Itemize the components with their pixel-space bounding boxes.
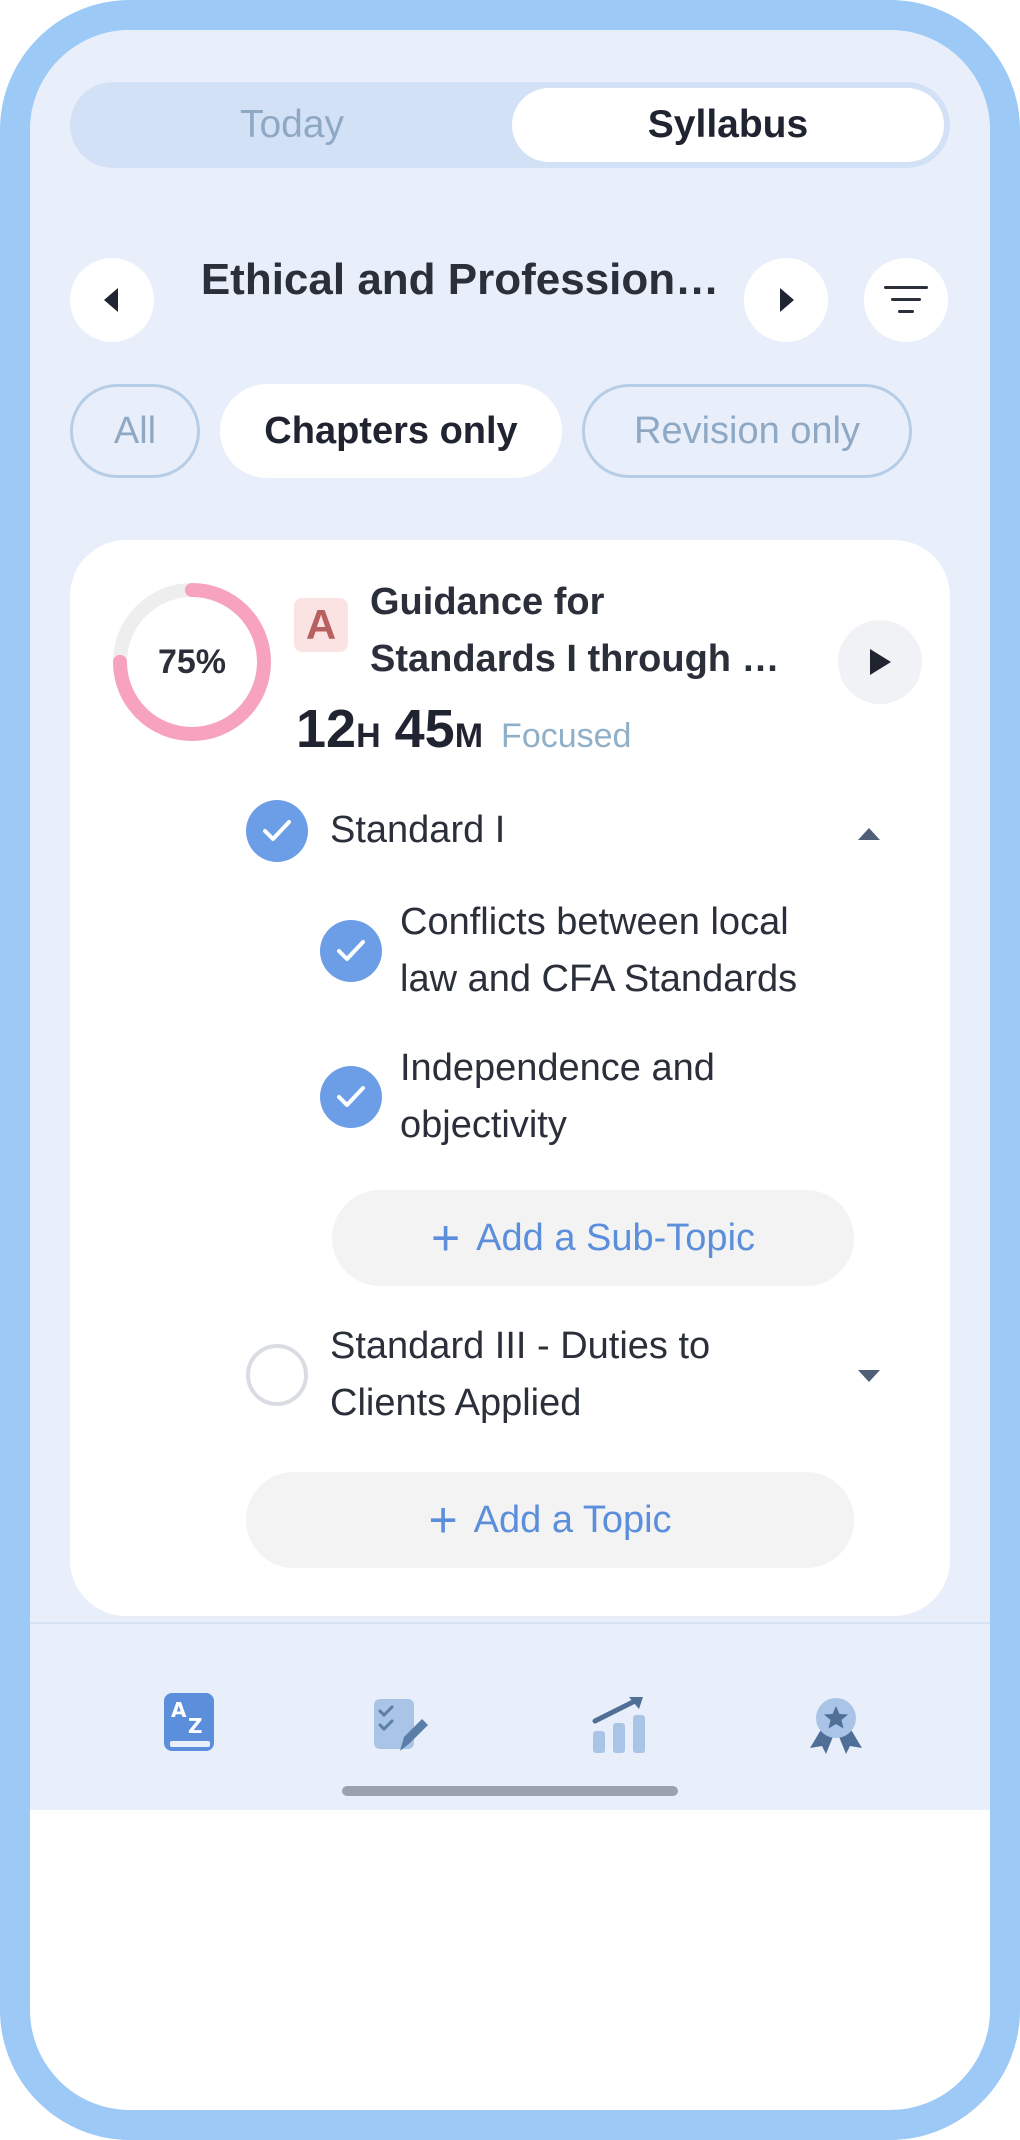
filter-chip-revision-only[interactable]: Revision only [582, 384, 912, 478]
filter-chip-chapters-only[interactable]: Chapters only [220, 384, 562, 478]
tasks-edit-icon [374, 1699, 428, 1751]
add-topic-label: Add a Topic [473, 1498, 672, 1541]
device-frame: Today Syllabus Ethical and Profession… A… [0, 0, 1020, 2140]
subtopic-checkbox-independence[interactable] [320, 1066, 382, 1128]
topic-checkbox-standard-iii[interactable] [246, 1344, 308, 1406]
checkmark-icon [337, 1086, 365, 1107]
previous-subject-button[interactable] [70, 258, 154, 342]
subtopic-line-2: objectivity [400, 1104, 567, 1146]
subtopic-line-1: Conflicts between local [400, 901, 789, 943]
grade-badge: A [294, 598, 348, 652]
syllabus-az-icon: A Z [164, 1693, 214, 1751]
topic-line-1: Standard III - Duties to [330, 1325, 711, 1367]
chapter-title-line-2: Standards I through … [370, 638, 780, 680]
subtopic-label-independence[interactable]: Independence and objectivity [400, 1040, 880, 1154]
subtopic-label-conflicts[interactable]: Conflicts between local law and CFA Stan… [400, 894, 880, 1008]
subject-title: Ethical and Profession… [200, 255, 720, 304]
nav-syllabus[interactable]: A Z [150, 1684, 230, 1764]
topic-label-standard-iii[interactable]: Standard III - Duties to Clients Applied [330, 1318, 830, 1432]
nav-stats[interactable] [580, 1684, 660, 1764]
app-screen: Today Syllabus Ethical and Profession… A… [30, 30, 990, 1810]
tab-syllabus[interactable]: Syllabus [512, 88, 944, 162]
svg-text:Z: Z [188, 1714, 203, 1738]
filter-lines-icon [884, 286, 928, 313]
focused-minutes: 45 [394, 699, 455, 759]
topic-line-2: Clients Applied [330, 1382, 582, 1424]
checkmark-icon [263, 820, 291, 841]
filter-button[interactable] [864, 258, 948, 342]
achievements-badge-icon [810, 1698, 862, 1754]
plus-icon: + [430, 1210, 461, 1266]
next-subject-button[interactable] [744, 258, 828, 342]
plus-icon: + [428, 1492, 458, 1548]
add-subtopic-label: Add a Sub-Topic [476, 1216, 756, 1259]
focused-time: 12 H 45 M Focused [296, 698, 631, 760]
focused-hours: 12 [296, 699, 357, 759]
play-icon [870, 649, 891, 675]
chapter-card: 75% A Guidance for Standards I through …… [70, 540, 950, 1616]
stats-chart-icon [592, 1697, 645, 1753]
minutes-unit: M [454, 717, 484, 755]
svg-text:A: A [171, 1698, 187, 1722]
checkmark-icon [337, 940, 365, 961]
add-topic-button[interactable]: + Add a Topic [246, 1472, 854, 1568]
chapter-title-line-1: Guidance for [370, 581, 605, 623]
hours-unit: H [356, 717, 381, 755]
expand-caret-icon[interactable] [858, 1370, 880, 1382]
bottom-nav: A Z [30, 1622, 990, 1812]
nav-achievements[interactable] [796, 1684, 876, 1764]
subtopic-line-2: law and CFA Standards [400, 958, 798, 1000]
progress-percent: 75% [157, 642, 227, 681]
subtopic-checkbox-conflicts[interactable] [320, 920, 382, 982]
subtopic-line-1: Independence and [400, 1047, 715, 1089]
chevron-right-icon [780, 288, 794, 312]
tab-today[interactable]: Today [76, 88, 508, 162]
add-subtopic-button[interactable]: + Add a Sub-Topic [332, 1190, 854, 1286]
topic-checkbox-standard-i[interactable] [246, 800, 308, 862]
nav-tasks[interactable] [360, 1684, 440, 1764]
chevron-left-icon [104, 288, 118, 312]
start-timer-button[interactable] [838, 620, 922, 704]
focused-label: Focused [501, 717, 632, 755]
topic-label-standard-i[interactable]: Standard I [330, 802, 505, 859]
collapse-caret-icon[interactable] [858, 828, 880, 840]
filter-chip-all[interactable]: All [70, 384, 200, 478]
home-indicator[interactable] [342, 1786, 678, 1796]
view-switcher: Today Syllabus [70, 82, 950, 168]
chapter-title[interactable]: Guidance for Standards I through … [370, 574, 800, 688]
